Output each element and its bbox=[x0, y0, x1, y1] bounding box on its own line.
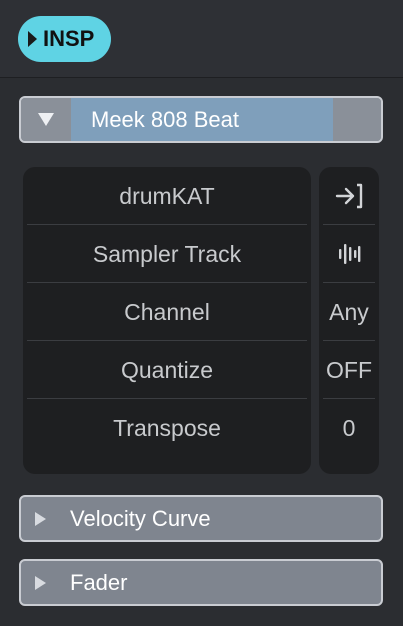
transpose-label: Transpose bbox=[113, 414, 221, 441]
param-row-transpose[interactable]: Transpose bbox=[23, 399, 311, 457]
track-values-panel: Any OFF 0 bbox=[319, 167, 379, 474]
chevron-right-icon bbox=[35, 511, 46, 526]
collapse-button[interactable] bbox=[21, 98, 71, 141]
input-device-label: drumKAT bbox=[119, 182, 215, 209]
quantize-value[interactable]: OFF bbox=[319, 341, 379, 399]
channel-label: Channel bbox=[124, 298, 210, 325]
quantize-value-text: OFF bbox=[326, 356, 372, 383]
param-row-input[interactable]: drumKAT bbox=[23, 167, 311, 225]
track-header-end bbox=[333, 98, 381, 141]
track-parameters-panel: drumKAT Sampler Track Channel Quantize T… bbox=[23, 167, 311, 474]
quantize-label: Quantize bbox=[120, 356, 214, 383]
param-row-output[interactable]: Sampler Track bbox=[23, 225, 311, 283]
inspector-toggle-button[interactable]: INSP bbox=[18, 16, 111, 62]
output-icon-cell[interactable] bbox=[319, 225, 379, 283]
velocity-curve-section[interactable]: Velocity Curve bbox=[19, 495, 383, 542]
param-row-quantize[interactable]: Quantize bbox=[23, 341, 311, 399]
play-triangle-icon bbox=[28, 31, 37, 47]
transpose-value[interactable]: 0 bbox=[319, 399, 379, 457]
chevron-right-icon bbox=[35, 575, 46, 590]
fader-label: Fader bbox=[70, 569, 128, 595]
channel-value-text: Any bbox=[329, 298, 369, 325]
channel-value[interactable]: Any bbox=[319, 283, 379, 341]
transpose-value-text: 0 bbox=[342, 414, 356, 441]
input-arrow-icon bbox=[333, 181, 365, 211]
track-name[interactable]: Meek 808 Beat bbox=[71, 98, 333, 141]
output-track-label: Sampler Track bbox=[92, 240, 242, 267]
waveform-bars-icon bbox=[336, 240, 362, 268]
chevron-down-icon bbox=[38, 113, 54, 126]
fader-section[interactable]: Fader bbox=[19, 559, 383, 606]
inspector-header: INSP bbox=[0, 0, 403, 78]
param-row-channel[interactable]: Channel bbox=[23, 283, 311, 341]
inspector-toggle-label: INSP bbox=[43, 26, 95, 51]
track-header[interactable]: Meek 808 Beat bbox=[19, 96, 383, 143]
input-icon-cell[interactable] bbox=[319, 167, 379, 225]
velocity-curve-label: Velocity Curve bbox=[70, 505, 211, 531]
